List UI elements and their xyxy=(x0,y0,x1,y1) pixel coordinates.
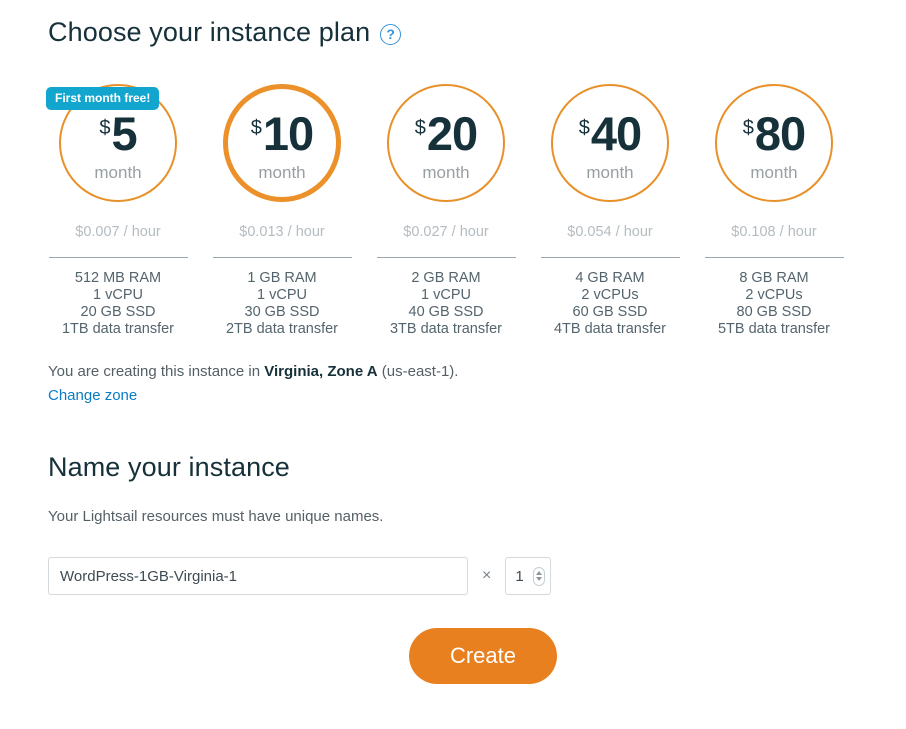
plan-period: month xyxy=(586,162,634,182)
plan-price: $ 40 xyxy=(578,107,642,161)
zone-suffix: (us-east-1). xyxy=(377,363,459,380)
plan-hourly-rate: $0.108 / hour xyxy=(731,224,817,240)
plan-period: month xyxy=(422,162,470,182)
currency-symbol: $ xyxy=(742,117,754,140)
plan-amount: 10 xyxy=(262,107,314,161)
plan-divider xyxy=(540,256,680,258)
plan-card-80[interactable]: $ 80 month $0.108 / hour 8 GB RAM 2 vCPU… xyxy=(692,84,856,338)
plan-specs: 1 GB RAM 1 vCPU 30 GB SSD 2TB data trans… xyxy=(226,270,338,338)
currency-symbol: $ xyxy=(99,117,111,140)
plan-hourly-rate: $0.054 / hour xyxy=(567,224,653,240)
create-button[interactable]: Create xyxy=(409,628,557,684)
question-mark-icon[interactable]: ? xyxy=(380,23,402,45)
plan-specs: 2 GB RAM 1 vCPU 40 GB SSD 3TB data trans… xyxy=(390,270,502,338)
chevron-down-icon[interactable] xyxy=(536,577,543,581)
plan-spec-transfer: 4TB data transfer xyxy=(553,320,667,337)
plan-amount: 5 xyxy=(111,107,137,161)
name-instance-description: Your Lightsail resources must have uniqu… xyxy=(48,508,384,525)
plan-hourly-rate: $0.007 / hour xyxy=(75,224,161,240)
plan-spec-transfer: 2TB data transfer xyxy=(225,320,339,337)
plan-divider xyxy=(212,256,352,258)
quantity-value: 1 xyxy=(515,567,524,585)
chevron-up-icon[interactable] xyxy=(536,571,543,575)
instance-name-input[interactable] xyxy=(48,557,468,595)
change-zone-link[interactable]: Change zone xyxy=(48,386,137,406)
stepper-arrows-icon[interactable] xyxy=(533,566,546,586)
zone-prefix: You are creating this instance in xyxy=(48,363,265,380)
currency-symbol: $ xyxy=(250,117,262,140)
plan-price: $ 20 xyxy=(414,107,478,161)
multiply-symbol: × xyxy=(482,567,492,584)
instance-create-page: Choose your instance plan ? First month … xyxy=(0,0,906,729)
plan-price-circle: $ 10 month xyxy=(223,84,341,202)
plan-spec-cpu: 2 vCPUs xyxy=(581,286,639,303)
plan-period: month xyxy=(258,162,306,182)
plan-spec-ram: 8 GB RAM xyxy=(739,269,809,286)
plan-price-circle: $ 40 month xyxy=(551,84,669,202)
plan-card-20[interactable]: $ 20 month $0.027 / hour 2 GB RAM 1 vCPU… xyxy=(364,84,528,338)
plan-period: month xyxy=(750,162,798,182)
plan-spec-cpu: 1 vCPU xyxy=(93,286,143,303)
zone-region: Virginia, Zone A xyxy=(264,363,378,380)
plan-price: $ 5 xyxy=(99,107,137,161)
plan-hourly-rate: $0.013 / hour xyxy=(239,224,325,240)
currency-symbol: $ xyxy=(578,117,590,140)
plan-specs: 512 MB RAM 1 vCPU 20 GB SSD 1TB data tra… xyxy=(62,270,174,338)
currency-symbol: $ xyxy=(414,117,426,140)
plan-price: $ 80 xyxy=(742,107,806,161)
plan-hourly-rate: $0.027 / hour xyxy=(403,224,489,240)
plan-spec-cpu: 1 vCPU xyxy=(421,286,471,303)
quantity-stepper[interactable]: 1 xyxy=(505,557,552,595)
page-title-choose-plan: Choose your instance plan ? xyxy=(48,17,402,47)
zone-sentence: You are creating this instance in Virgin… xyxy=(48,362,458,382)
plan-divider xyxy=(704,256,844,258)
choose-plan-heading-label: Choose your instance plan xyxy=(48,17,371,47)
plan-spec-ssd: 80 GB SSD xyxy=(736,303,812,320)
plan-spec-transfer: 5TB data transfer xyxy=(717,320,831,337)
plan-price-circle: $ 80 month xyxy=(715,84,833,202)
plan-spec-transfer: 3TB data transfer xyxy=(389,320,503,337)
plan-period: month xyxy=(94,162,142,182)
name-instance-row: × 1 xyxy=(48,557,552,595)
plan-divider xyxy=(48,256,188,258)
plan-specs: 4 GB RAM 2 vCPUs 60 GB SSD 4TB data tran… xyxy=(554,270,666,338)
name-instance-heading-label: Name your instance xyxy=(48,452,290,482)
plan-spec-transfer: 1TB data transfer xyxy=(61,320,175,337)
plan-amount: 20 xyxy=(426,107,478,161)
plan-price: $ 10 xyxy=(250,107,314,161)
plan-card-10[interactable]: $ 10 month $0.013 / hour 1 GB RAM 1 vCPU… xyxy=(200,84,364,338)
plan-spec-ram: 1 GB RAM xyxy=(247,269,317,286)
plan-spec-cpu: 1 vCPU xyxy=(257,286,307,303)
plan-amount: 40 xyxy=(590,107,642,161)
first-month-free-badge: First month free! xyxy=(46,87,160,110)
plan-amount: 80 xyxy=(754,107,806,161)
plan-card-40[interactable]: $ 40 month $0.054 / hour 4 GB RAM 2 vCPU… xyxy=(528,84,692,338)
plan-card-5[interactable]: First month free! $ 5 month $0.007 / hou… xyxy=(36,84,200,338)
zone-info: You are creating this instance in Virgin… xyxy=(48,362,458,406)
plan-spec-ram: 4 GB RAM xyxy=(575,269,645,286)
plan-price-circle: $ 20 month xyxy=(387,84,505,202)
plan-spec-cpu: 2 vCPUs xyxy=(745,286,803,303)
plan-specs: 8 GB RAM 2 vCPUs 80 GB SSD 5TB data tran… xyxy=(718,270,830,338)
plan-spec-ssd: 60 GB SSD xyxy=(572,303,648,320)
plan-spec-ssd: 30 GB SSD xyxy=(244,303,320,320)
plan-spec-ram: 2 GB RAM xyxy=(411,269,481,286)
plan-divider xyxy=(376,256,516,258)
page-title-name-instance: Name your instance xyxy=(48,454,290,481)
plan-spec-ssd: 20 GB SSD xyxy=(80,303,156,320)
plan-spec-ssd: 40 GB SSD xyxy=(408,303,484,320)
instance-plan-list: First month free! $ 5 month $0.007 / hou… xyxy=(36,84,856,338)
plan-spec-ram: 512 MB RAM xyxy=(74,269,162,286)
